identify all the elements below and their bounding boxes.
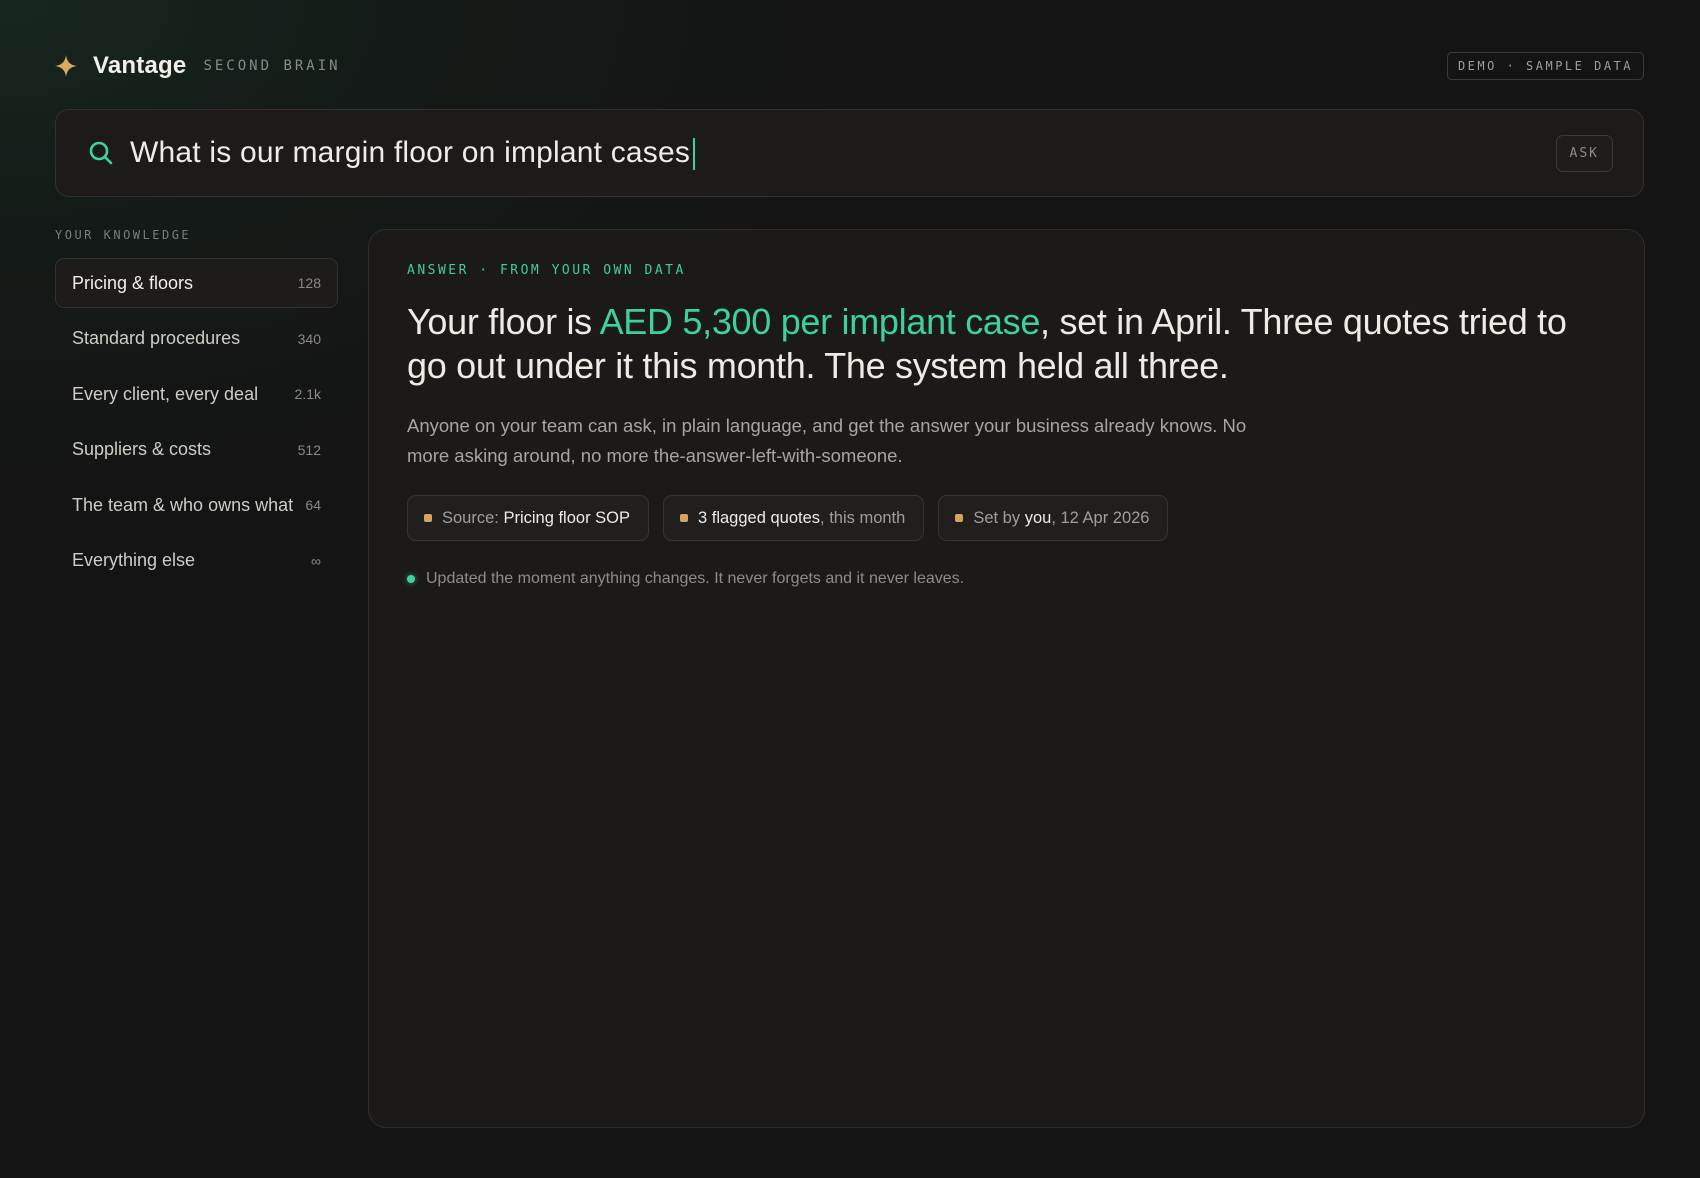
- sidebar-item-pricing-floors[interactable]: Pricing & floors 128: [55, 258, 338, 308]
- sidebar-item-label: Standard procedures: [72, 328, 241, 348]
- search-input[interactable]: What is our margin floor on implant case…: [130, 135, 696, 171]
- answer-body: Anyone on your team can ask, in plain la…: [407, 415, 1247, 466]
- chip-prefix: Set by: [973, 508, 1025, 527]
- ask-button[interactable]: ASK: [1555, 134, 1613, 172]
- sidebar-item-count: 2.1k: [294, 386, 321, 402]
- sidebar-item-label: Every client, every deal: [72, 383, 259, 404]
- sidebar-item-clients-deals[interactable]: Every client, every deal 2.1k: [55, 369, 338, 419]
- update-note: Updated the moment anything changes. It …: [407, 570, 964, 588]
- source-chip[interactable]: Source: Pricing floor SOP: [407, 495, 649, 541]
- sidebar-item-label: Everything else: [72, 550, 196, 570]
- sidebar-item-count: 512: [297, 441, 321, 458]
- sidebar-item-count: 128: [297, 275, 321, 291]
- search-query-text: What is our margin floor on implant case…: [130, 135, 691, 169]
- chip-marker: [680, 514, 688, 522]
- sidebar-item-count: 340: [297, 330, 321, 347]
- set-by-chip[interactable]: Set by you, 12 Apr 2026: [938, 495, 1169, 541]
- chip-value: 3 flagged quotes: [698, 508, 821, 527]
- demo-badge: DEMO · SAMPLE DATA: [1446, 52, 1644, 80]
- knowledge-sidebar: YOUR KNOWLEDGE Pricing & floors 128 Stan…: [55, 228, 338, 591]
- search-bar[interactable]: What is our margin floor on implant case…: [55, 109, 1644, 197]
- sidebar-title: YOUR KNOWLEDGE: [55, 228, 192, 242]
- sidebar-item-team-owners[interactable]: The team & who owns what 64: [55, 480, 338, 530]
- chip-value: Pricing floor SOP: [503, 508, 630, 527]
- sidebar-item-count: 64: [305, 497, 321, 513]
- flagged-quotes-chip[interactable]: 3 flagged quotes, this month: [663, 495, 925, 541]
- sidebar-item-count: ∞: [311, 552, 321, 569]
- chip-value: you: [1024, 508, 1052, 527]
- headline-highlight: AED 5,300 per implant case: [599, 301, 1041, 342]
- chip-marker: [955, 514, 964, 522]
- brand-subtitle: SECOND BRAIN: [203, 58, 341, 74]
- chip-suffix: , 12 Apr 2026: [1051, 508, 1150, 527]
- brand-name: Vantage: [93, 52, 187, 79]
- sidebar-item-standard-procedures[interactable]: Standard procedures 340: [55, 314, 338, 364]
- chip-suffix: , this month: [820, 508, 906, 527]
- answer-panel: ANSWER · FROM YOUR OWN DATA Your floor i…: [368, 229, 1645, 1128]
- live-status-dot: [407, 575, 415, 583]
- sidebar-item-label: Pricing & floors: [72, 272, 194, 293]
- sidebar-item-suppliers-costs[interactable]: Suppliers & costs 512: [55, 425, 338, 475]
- headline-prefix: Your floor is: [407, 301, 600, 342]
- sidebar-item-label: The team & who owns what: [72, 494, 294, 515]
- update-note-text: Updated the moment anything changes. It …: [426, 570, 965, 587]
- app-header: Vantage SECOND BRAIN DEMO · SAMPLE DATA: [55, 48, 1644, 84]
- answer-headline: Your floor is AED 5,300 per implant case…: [407, 300, 1607, 388]
- search-icon: [88, 140, 114, 166]
- answer-eyebrow: ANSWER · FROM YOUR OWN DATA: [407, 263, 686, 278]
- sidebar-item-label: Suppliers & costs: [72, 439, 212, 459]
- chip-marker: [424, 514, 432, 522]
- answer-chips: Source: Pricing floor SOP 3 flagged quot…: [407, 495, 1169, 541]
- sparkle-icon: [55, 55, 77, 77]
- sidebar-item-everything-else[interactable]: Everything else ∞: [55, 536, 338, 586]
- chip-prefix: Source:: [442, 508, 504, 527]
- text-caret: [693, 138, 696, 171]
